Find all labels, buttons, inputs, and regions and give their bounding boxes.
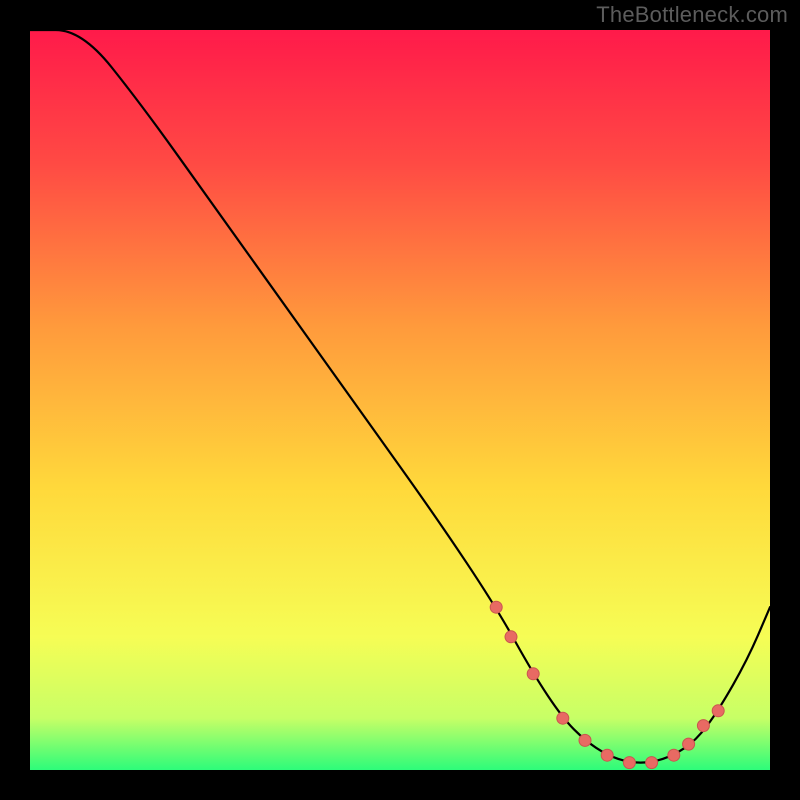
marker-dot [697,720,709,732]
bottleneck-chart [0,0,800,800]
marker-dot [668,749,680,761]
marker-dot [579,734,591,746]
plot-gradient-bg [30,30,770,770]
marker-dot [557,712,569,724]
marker-dot [623,757,635,769]
marker-dot [683,738,695,750]
marker-dot [712,705,724,717]
marker-dot [601,749,613,761]
chart-frame: { "watermark": "TheBottleneck.com", "col… [0,0,800,800]
marker-dot [646,757,658,769]
marker-dot [505,631,517,643]
marker-dot [527,668,539,680]
marker-dot [490,601,502,613]
